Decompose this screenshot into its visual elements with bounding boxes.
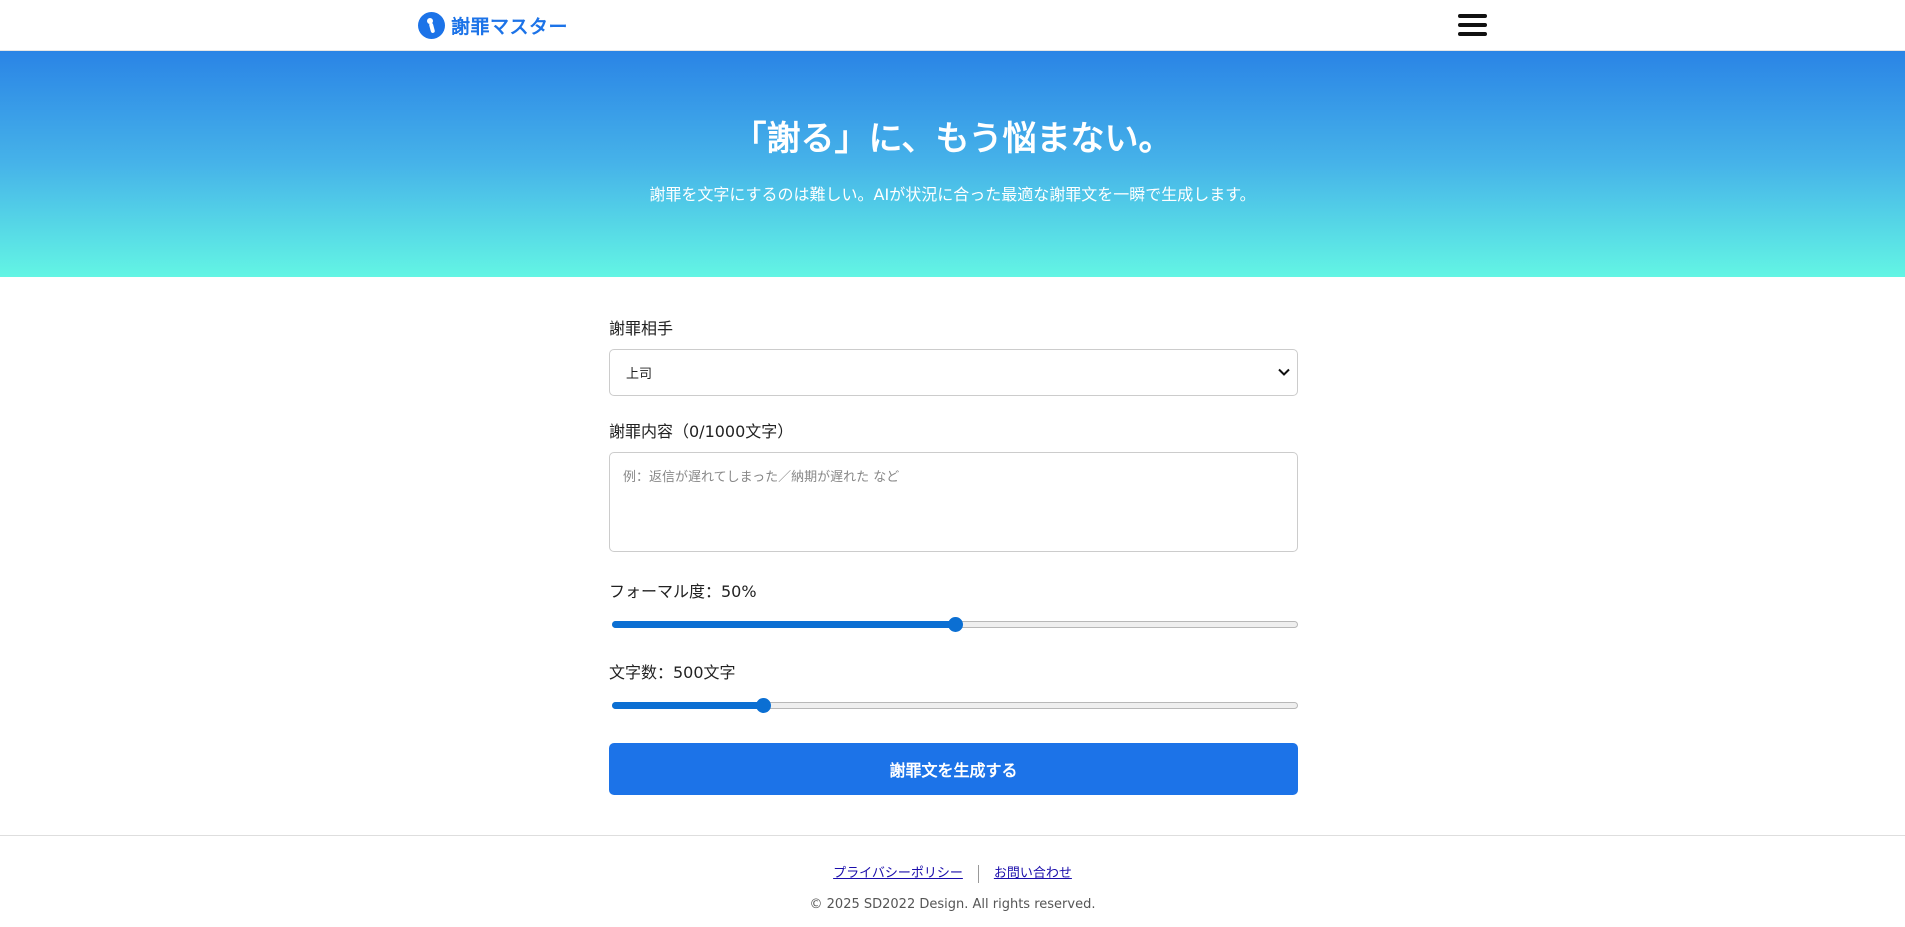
privacy-policy-link[interactable]: プライバシーポリシー: [818, 862, 978, 881]
brand-name: 謝罪マスター: [451, 15, 569, 38]
site-header: 謝罪マスター: [0, 0, 1905, 51]
generate-apology-button[interactable]: 謝罪文を生成する: [609, 743, 1298, 795]
bowing-person-icon: [418, 11, 445, 39]
copyright-text: © 2025 SD2022 Design. All rights reserve…: [809, 897, 1096, 912]
recipient-selected-value: 上司: [626, 367, 653, 382]
slider-thumb[interactable]: [756, 698, 771, 713]
recipient-label: 謝罪相手: [609, 319, 674, 338]
formality-slider[interactable]: [612, 616, 1298, 632]
footer-links: プライバシーポリシー お問い合わせ: [0, 862, 1905, 883]
contact-link[interactable]: お問い合わせ: [979, 862, 1087, 881]
slider-fill: [612, 621, 955, 628]
hero-subtitle: 謝罪を文字にするのは難しい。AIが状況に合った最適な謝罪文を一瞬で生成します。: [649, 185, 1256, 204]
length-slider[interactable]: [612, 697, 1298, 713]
hero-title: 「謝る」に、もう悩まない。: [732, 119, 1173, 159]
recipient-select[interactable]: 上司: [609, 349, 1298, 396]
hamburger-icon-bar: [1458, 14, 1487, 18]
slider-fill: [612, 702, 763, 709]
length-label: 文字数：500文字: [609, 663, 736, 682]
content-textarea[interactable]: 例：返信が遅れてしまった／納期が遅れた など: [609, 452, 1298, 552]
hamburger-icon-bar: [1458, 23, 1487, 27]
hero-banner: 「謝る」に、もう悩まない。 謝罪を文字にするのは難しい。AIが状況に合った最適な…: [0, 51, 1905, 277]
brand-logo-link[interactable]: 謝罪マスター: [418, 11, 568, 39]
hamburger-menu-button[interactable]: [1458, 14, 1487, 37]
chevron-down-icon: [1278, 368, 1290, 376]
site-footer: プライバシーポリシー お問い合わせ © 2025 SD2022 Design. A…: [0, 835, 1905, 927]
formality-label: フォーマル度：50%: [609, 582, 757, 601]
content-placeholder: 例：返信が遅れてしまった／納期が遅れた など: [623, 470, 900, 485]
hamburger-icon-bar: [1458, 32, 1487, 36]
content-label: 謝罪内容（0/1000文字）: [609, 422, 794, 441]
slider-thumb[interactable]: [948, 617, 963, 632]
